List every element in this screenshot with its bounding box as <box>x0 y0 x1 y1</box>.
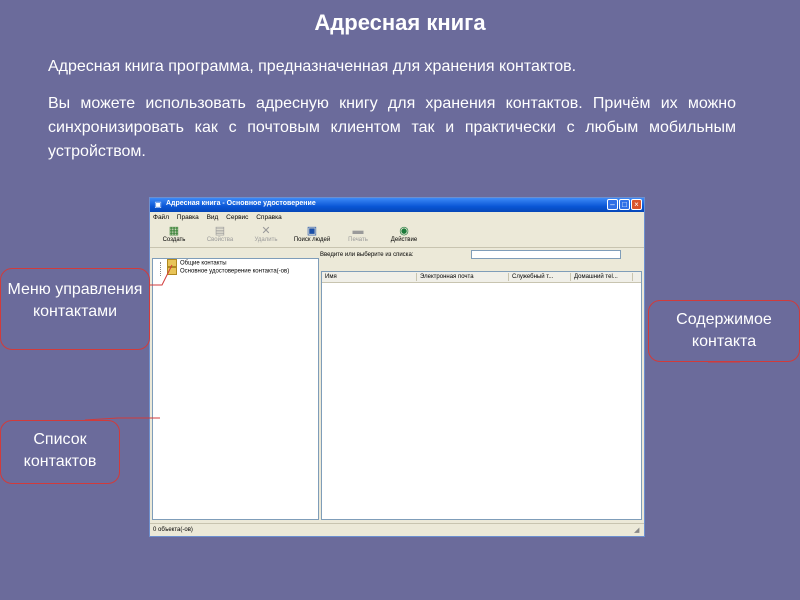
delete-button[interactable]: ✕ Удалить <box>246 225 286 243</box>
new-contact-icon: ▦ <box>168 225 180 237</box>
new-contact-button[interactable]: ▦ Создать <box>154 225 194 243</box>
column-name[interactable]: Имя <box>322 273 417 281</box>
folder-icon <box>167 267 177 275</box>
find-people-button[interactable]: ▣ Поиск людей <box>292 225 332 243</box>
callout-menu: Меню управления контактами <box>0 268 150 350</box>
print-label: Печать <box>348 237 368 243</box>
new-contact-label: Создать <box>162 237 186 243</box>
column-headers: Имя Электронная почта Служебный т... Дом… <box>322 272 641 283</box>
resize-grip-icon[interactable]: ◢ <box>634 527 642 535</box>
minimize-button[interactable]: – <box>607 199 618 210</box>
folder-icon <box>167 259 177 267</box>
delete-label: Удалить <box>254 237 278 243</box>
menu-file[interactable]: Файл <box>153 212 169 223</box>
description-paragraph: Вы можете использовать адресную книгу дл… <box>48 95 736 160</box>
menu-bar: Файл Правка Вид Сервис Справка <box>150 212 644 223</box>
menu-help[interactable]: Справка <box>256 212 282 223</box>
status-text: 0 объекта(-ов) <box>153 527 193 533</box>
menu-tools[interactable]: Сервис <box>226 212 248 223</box>
print-icon: ▬ <box>352 225 364 237</box>
address-book-icon: ▣ <box>154 200 162 209</box>
status-bar: 0 объекта(-ов) ◢ <box>150 523 644 536</box>
column-home-phone[interactable]: Домашний теl... <box>571 273 633 281</box>
slide-title: Адресная книга <box>314 10 486 35</box>
find-people-icon: ▣ <box>306 225 318 237</box>
search-label: Введите или выберите из списка: <box>320 252 414 258</box>
address-book-window: ▣ Адресная книга - Основное удостоверени… <box>149 197 645 537</box>
delete-icon: ✕ <box>261 225 271 237</box>
tree-item-main-identity[interactable]: Основное удостоверение контакта(-ов) <box>167 267 289 276</box>
menu-edit[interactable]: Правка <box>177 212 199 223</box>
window-title: Адресная книга - Основное удостоверение <box>166 200 316 207</box>
print-button[interactable]: ▬ Печать <box>338 225 378 243</box>
close-button[interactable]: × <box>631 199 642 210</box>
contacts-list-pane: Имя Электронная почта Служебный т... Дом… <box>321 271 642 520</box>
intro-paragraph: Адресная книга программа, предназначенна… <box>48 58 577 75</box>
column-work-phone[interactable]: Служебный т... <box>509 273 571 281</box>
properties-icon: ▤ <box>214 225 226 237</box>
callout-list: Список контактов <box>0 420 120 484</box>
find-people-label: Поиск людей <box>293 237 331 243</box>
action-icon: ◉ <box>399 225 409 237</box>
action-label: Действие <box>390 237 418 243</box>
menu-view[interactable]: Вид <box>207 212 219 223</box>
search-input[interactable] <box>471 250 621 259</box>
tree-item-label: Основное удостоверение контакта(-ов) <box>180 268 290 275</box>
properties-button[interactable]: ▤ Свойства <box>200 225 240 243</box>
callout-content: Содержимое контакта <box>648 300 800 362</box>
tree-connector <box>160 262 162 276</box>
properties-label: Свойства <box>206 237 234 243</box>
action-button[interactable]: ◉ Действие <box>384 225 424 243</box>
maximize-button[interactable]: □ <box>619 199 630 210</box>
contacts-tree-pane: Общие контакты Основное удостоверение ко… <box>152 258 319 520</box>
column-email[interactable]: Электронная почта <box>417 273 509 281</box>
window-titlebar[interactable]: ▣ Адресная книга - Основное удостоверени… <box>150 198 644 212</box>
toolbar: ▦ Создать ▤ Свойства ✕ Удалить ▣ Поиск л… <box>150 223 644 248</box>
tree-item-label: Общие контакты <box>180 260 227 267</box>
